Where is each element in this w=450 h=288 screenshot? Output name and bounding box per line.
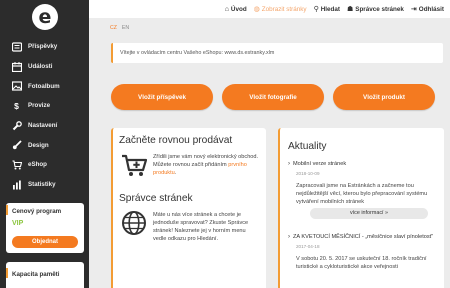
more-info-button[interactable]: více informací » (310, 208, 428, 220)
sidebar-item-eshop[interactable]: eShop (0, 155, 89, 175)
sidebar-item-label: Nastavení (28, 122, 58, 130)
add-product-button[interactable]: Vložit produkt (333, 84, 435, 110)
site-manager-link[interactable]: ☗ Správce stránek (347, 6, 404, 13)
top-bar: ⌂ Úvod ◍ Zobrazit stránky ⚲ Hledat ☗ Správce… (89, 0, 450, 18)
sidebar-item-photoalbum[interactable]: Fotoalbum (0, 76, 89, 96)
brush-icon (11, 140, 22, 150)
news-item-title-text: Mobilní verze stránek (293, 161, 347, 167)
search-icon: ⚲ (313, 5, 319, 13)
search-label: Hledat (320, 5, 340, 13)
sidebar-nav: Příspěvky Události Fotoalbum $ Provize N… (0, 37, 89, 195)
news-item: › Mobilní verze stránek 2018-10-09 Zaprac… (288, 161, 436, 220)
home-link-label: Úvod (230, 5, 247, 13)
view-site-link[interactable]: ◍ Zobrazit stránky (254, 6, 307, 13)
stats-icon (11, 180, 22, 190)
view-site-label: Zobrazit stránky (261, 5, 307, 13)
home-link[interactable]: ⌂ Úvod (225, 6, 247, 13)
memory-capacity-box: Kapacita paměti (6, 262, 84, 288)
globe-icon: ◍ (253, 5, 260, 13)
news-item-title-text: ZA KVETOUCÍ MĚSÍČNICÍ - „měsíčnice slaví… (293, 234, 434, 241)
top-links: ⌂ Úvod ◍ Zobrazit stránky ⚲ Hledat ☗ Správce… (218, 0, 444, 18)
sidebar-item-label: Události (28, 63, 53, 71)
sidebar-item-label: Příspěvky (28, 43, 58, 51)
pricing-program-title: Cenový program (6, 205, 84, 215)
user-icon: ☗ (346, 5, 354, 13)
sidebar-item-label: Provize (28, 102, 51, 110)
news-item-body: V sobotu 20. 5. 2017 se uskuteční 18. ro… (296, 256, 427, 271)
add-photo-button[interactable]: Vložit fotografie (222, 84, 324, 110)
chevron-right-icon: › (288, 234, 290, 241)
site-manager-label: Správce stránek (355, 5, 404, 13)
wrench-icon (11, 120, 22, 131)
news-title: Aktuality (288, 141, 327, 152)
new-shop-info: Zřídili jsme vám nový elektronický obcho… (119, 152, 260, 178)
news-item: › ZA KVETOUCÍ MĚSÍČNICÍ - „měsíčnice slav… (288, 234, 436, 271)
memory-capacity-title: Kapacita paměti (6, 268, 84, 278)
cart-icon (11, 160, 22, 170)
start-selling-title: Začněte rovnou prodávat (119, 135, 233, 146)
sidebar-item-label: Statistiky (28, 181, 56, 189)
posts-icon (11, 42, 22, 52)
welcome-message: Vítejte v ovládacím centru Vašeho eShopu… (111, 43, 443, 63)
news-item-body: Zapracovali jsme na Estránkách a začneme… (296, 183, 428, 206)
sidebar-item-label: eShop (28, 161, 47, 169)
sidebar: e Příspěvky Události Fotoalbum $ Provize… (0, 0, 89, 288)
site-manager-text: Máte u nás více stránek a chcete je jedn… (153, 212, 249, 243)
start-selling-card: Začněte rovnou prodávat Zřídili jsme vám… (111, 128, 266, 288)
lang-en[interactable]: EN (122, 25, 129, 31)
sidebar-item-commission[interactable]: $ Provize (0, 96, 89, 116)
news-item-title[interactable]: › ZA KVETOUCÍ MĚSÍČNICÍ - „měsíčnice slav… (288, 234, 436, 240)
sidebar-item-stats[interactable]: Statistiky (0, 175, 89, 195)
photo-icon (11, 81, 22, 91)
news-card: Aktuality › Mobilní verze stránek 2018-10… (278, 128, 444, 288)
logo[interactable]: e (32, 4, 58, 30)
new-shop-text-end: . (174, 170, 177, 177)
pricing-program-box: Cenový program VIP Objednat (6, 203, 84, 253)
chevron-right-icon: › (288, 161, 290, 167)
new-shop-text: Zřídili jsme vám nový elektronický obcho… (153, 152, 260, 178)
order-button[interactable]: Objednat (12, 236, 78, 248)
globe-icon (121, 210, 147, 236)
sidebar-item-design[interactable]: Design (0, 135, 89, 155)
dollar-icon: $ (14, 100, 19, 111)
add-post-button[interactable]: Vložit příspěvek (111, 84, 213, 110)
site-manager-info: Máte u nás více stránek a chcete je jedn… (119, 210, 260, 243)
site-manager-title: Správce stránek (119, 193, 193, 204)
sidebar-item-label: Design (28, 141, 49, 149)
sidebar-item-settings[interactable]: Nastavení (0, 116, 89, 136)
calendar-icon (11, 61, 22, 72)
logout-link[interactable]: ⇥ Odhlásit (411, 6, 444, 13)
news-item-title[interactable]: › Mobilní verze stránek (288, 161, 436, 167)
sidebar-item-events[interactable]: Události (0, 57, 89, 77)
logout-icon: ⇥ (410, 5, 417, 13)
pricing-plan-label: VIP (12, 220, 24, 227)
language-switch: CZ EN (110, 25, 129, 31)
logout-label: Odhlásit (418, 5, 444, 13)
search-link[interactable]: ⚲ Hledat (314, 6, 340, 13)
sidebar-item-posts[interactable]: Příspěvky (0, 37, 89, 57)
lang-cz[interactable]: CZ (110, 25, 117, 31)
news-item-date: 2017-04-18 (296, 244, 320, 250)
news-item-date: 2018-10-09 (296, 171, 320, 176)
add-to-cart-icon (121, 152, 148, 178)
home-icon: ⌂ (224, 5, 229, 13)
sidebar-item-label: Fotoalbum (28, 82, 60, 90)
